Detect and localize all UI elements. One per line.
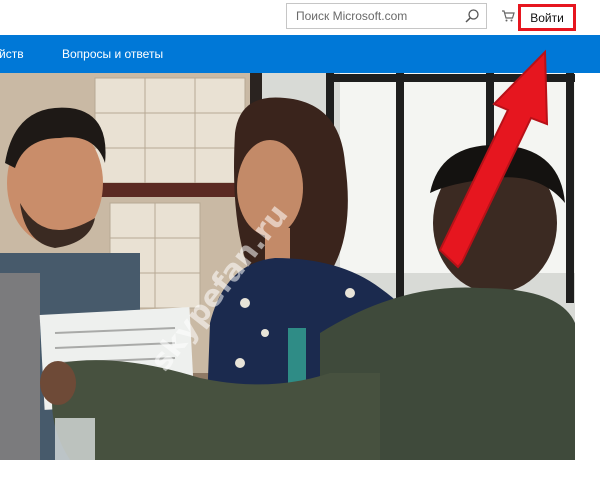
annotation-arrow [438,49,549,269]
